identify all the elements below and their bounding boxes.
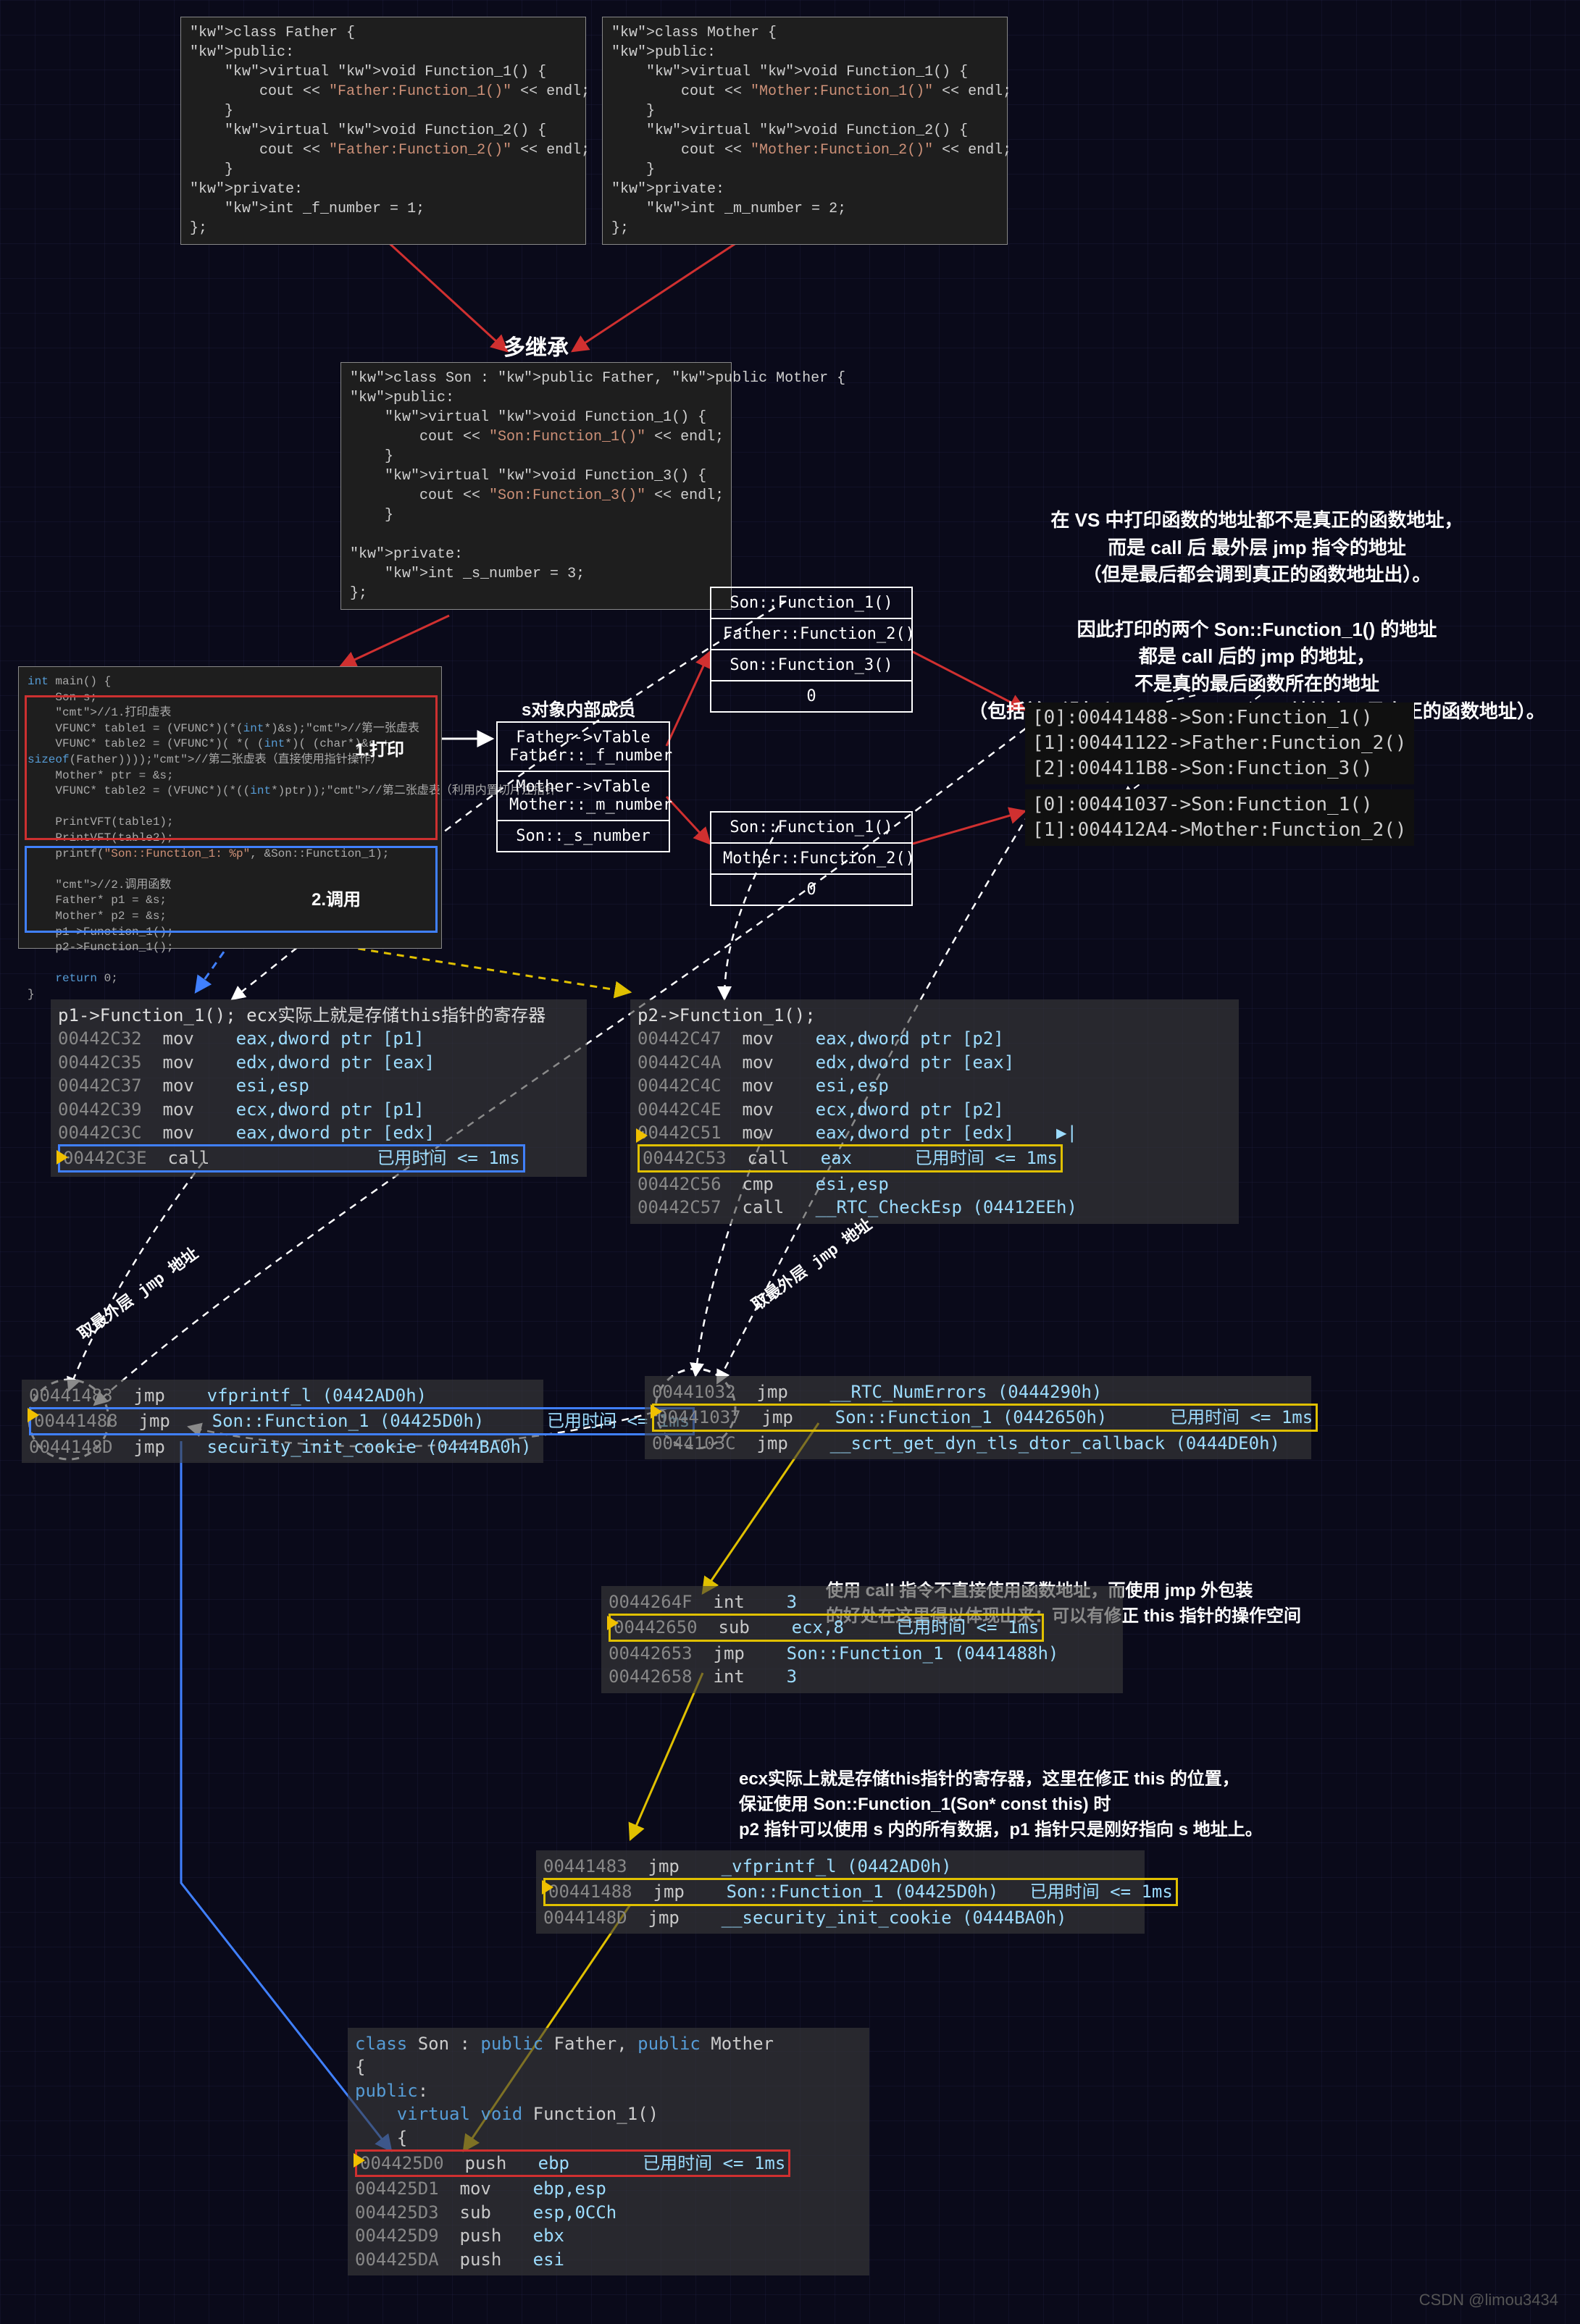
father-class-box: "kw">class Father { "kw">public: "kw">vi… (180, 17, 586, 245)
asm-p2: p2->Function_1(); 00442C47 mov eax,dword… (630, 999, 1239, 1224)
layout-title: s对象内部成员 (522, 695, 635, 721)
vtable-father: Son::Function_1()Father::Function_2()Son… (710, 587, 913, 713)
vtprint-2: [0]:00441037->Son:Function_1() [1]:00441… (1025, 789, 1414, 846)
cursor-icon (636, 1128, 648, 1143)
cursor-icon (354, 2153, 365, 2168)
asm-jmp-c: 00441483 jmp _vfprintf_l (0442AD0h) 0044… (536, 1850, 1145, 1934)
note-jmp-address: 在 VS 中打印函数的地址都不是真正的函数地址，而是 call 后 最外层 jm… (942, 507, 1572, 726)
watermark: CSDN @limou3434 (1419, 2291, 1558, 2310)
main-print-hl (25, 695, 438, 840)
mother-class-box: "kw">class Mother { "kw">public: "kw">vi… (602, 17, 1008, 245)
son-class-box: "kw">class Son : "kw">public Father, "kw… (340, 362, 732, 610)
multi-inherit-title: 多继承 (478, 330, 594, 361)
cursor-icon (607, 1616, 619, 1630)
note-ecx-this: ecx实际上就是存储this指针的寄存器，这里在修正 this 的位置，保证使用… (739, 1767, 1391, 1842)
rot-label-p1: 取最外层 jmp 地址 (72, 1241, 202, 1344)
asm-final: class Son : public Father, public Mother… (348, 2028, 869, 2275)
asm-jmp-a: 00441483 jmp vfprintf_l (0442AD0h) 00441… (22, 1380, 543, 1463)
rot-label-p2: 取最外层 jmp 地址 (746, 1212, 876, 1315)
asm-sub: 0044264F int 3 00442650 sub ecx,8 已用时间 <… (601, 1586, 1123, 1693)
asm-p1: p1->Function_1(); ecx实际上就是存储this指针的寄存器 0… (51, 999, 587, 1177)
cursor-icon (57, 1150, 68, 1165)
asm-jmp-b: 00441032 jmp __RTC_NumErrors (0444290h) … (645, 1376, 1311, 1459)
vtable-mother: Son::Function_1()Mother::Function_2()0 (710, 811, 913, 906)
layout-table: Father->vTableFather::_f_numberMother->v… (496, 721, 670, 852)
cursor-icon (651, 1404, 662, 1419)
cursor-icon (28, 1408, 39, 1422)
vtprint-1: [0]:00441488->Son:Function_1() [1]:00441… (1025, 702, 1414, 784)
cursor-icon (542, 1880, 553, 1895)
main-call-hl (25, 846, 438, 933)
